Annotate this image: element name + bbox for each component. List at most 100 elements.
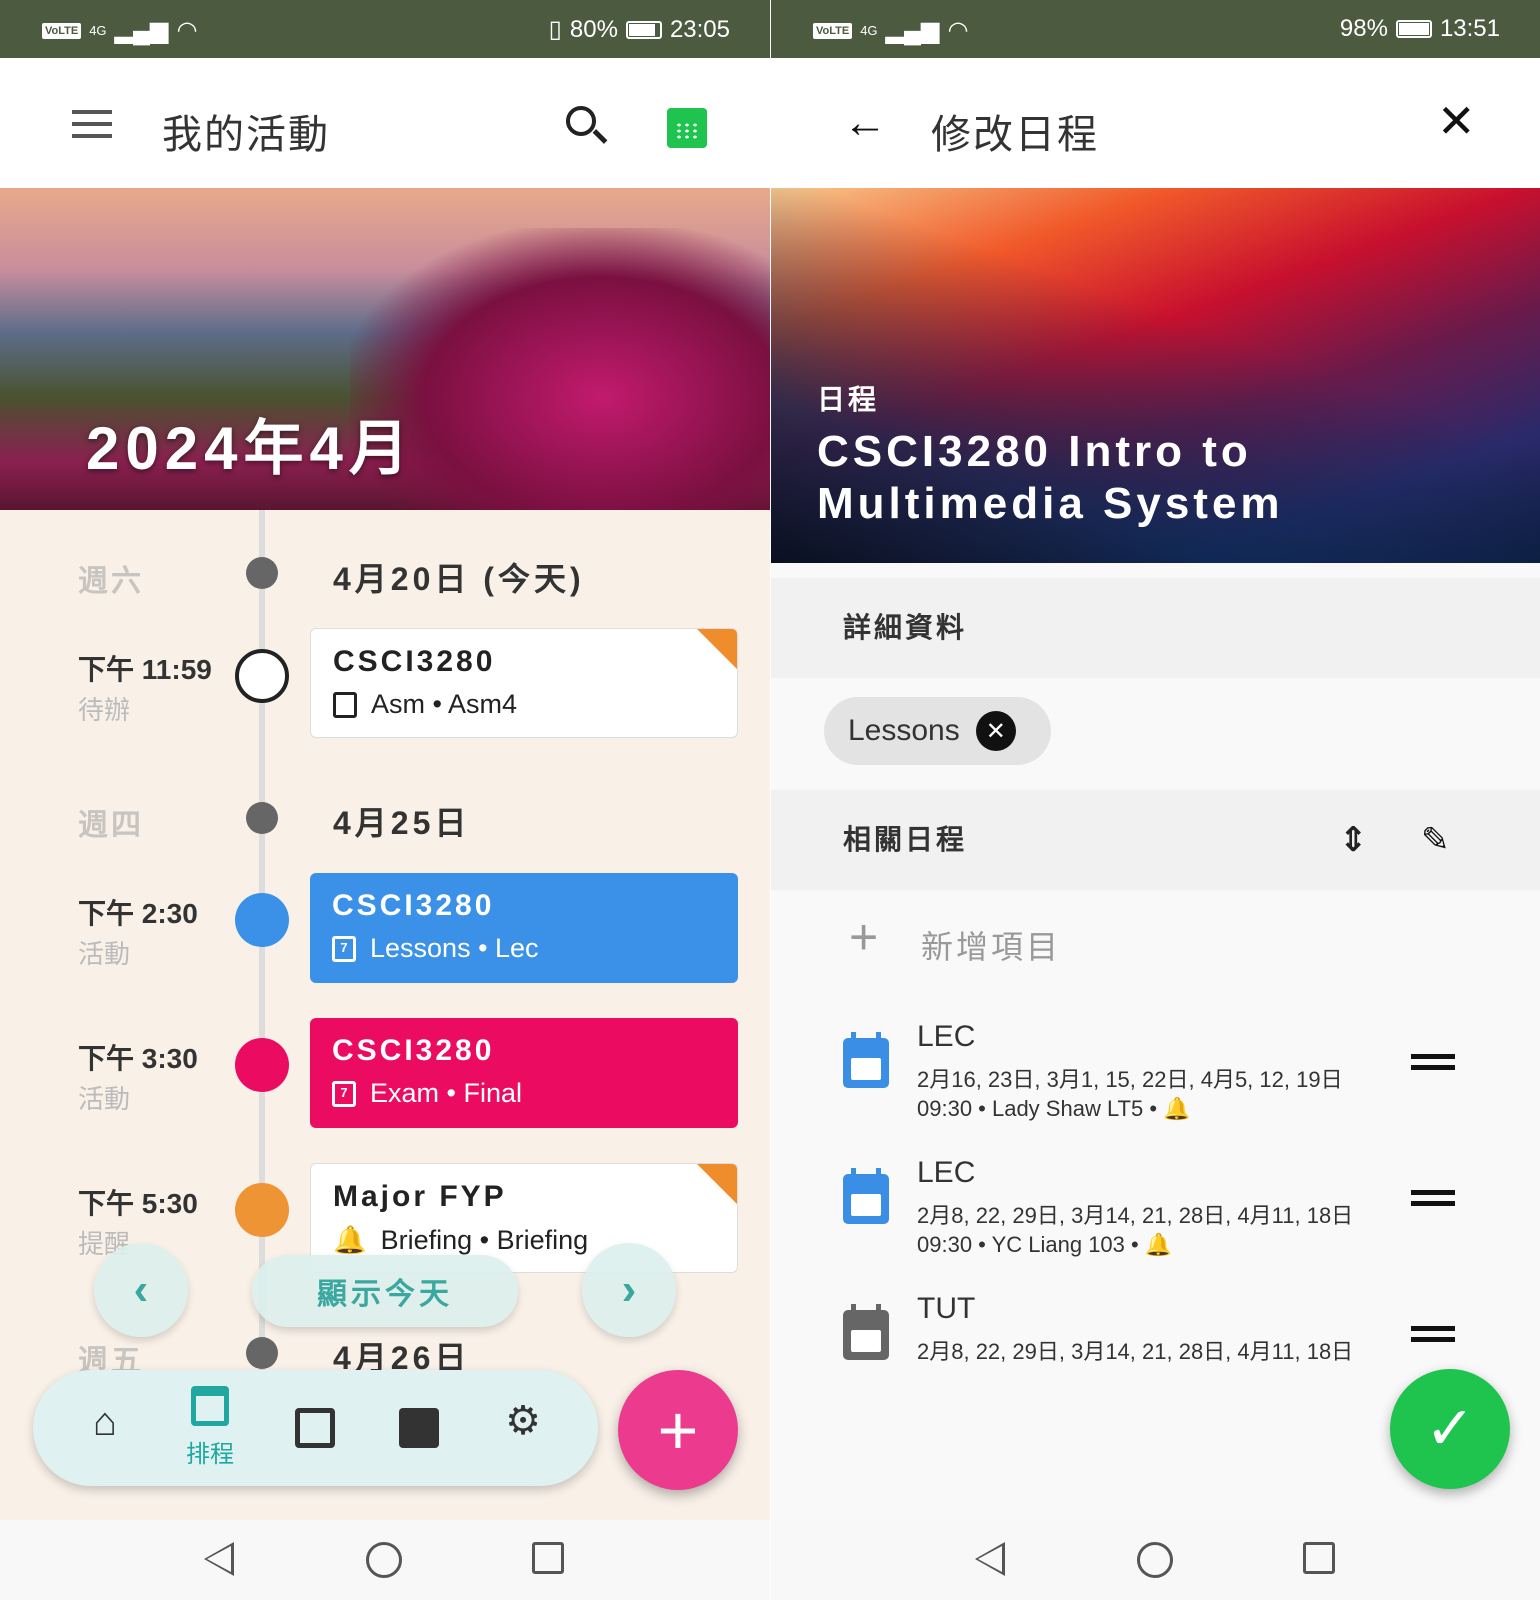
- status-bar: VoLTE 4G ▂▄▆ ◠ ▯ 80% 23:05: [0, 0, 770, 58]
- network-label: 4G: [860, 23, 878, 38]
- calendar-clock-icon: [295, 1408, 335, 1448]
- menu-icon[interactable]: [72, 110, 112, 138]
- add-item-button[interactable]: 新增項目: [921, 922, 1061, 968]
- previous-button[interactable]: ‹: [94, 1243, 188, 1337]
- plus-icon: +: [657, 1391, 699, 1469]
- event-card[interactable]: CSCI3280 Asm • Asm4: [310, 628, 738, 738]
- battery-charging-icon: [1395, 20, 1432, 38]
- schedule-item[interactable]: LEC 2月16, 23日, 3月1, 15, 22日, 4月5, 12, 19…: [843, 1020, 1483, 1140]
- event-title: CSCI3280: [332, 889, 495, 922]
- edit-schedule-screen: VoLTE 4G ▂▄▆ ◠ 98% 13:51 ← 修改日程 ✕ 日程 CSCI328…: [771, 0, 1540, 1600]
- drag-handle[interactable]: [1411, 1190, 1455, 1206]
- lessons-chip[interactable]: Lessons ✕: [824, 697, 1051, 765]
- details-section-header: 詳細資料: [771, 578, 1540, 678]
- chip-remove-icon[interactable]: ✕: [975, 711, 1016, 751]
- date-label: 4月25日: [333, 805, 471, 841]
- item-name: TUT: [917, 1292, 976, 1325]
- signal-icon: ▂▄▆: [114, 17, 169, 44]
- item-info: 09:30 • Lady Shaw LT5 • 🔔: [917, 1096, 1191, 1122]
- nav-schedule[interactable]: 排程: [170, 1386, 250, 1469]
- clock: 13:51: [1439, 15, 1500, 42]
- todo-dot: [235, 649, 289, 703]
- bottom-navigation: ⌂ 排程 ⚙: [33, 1370, 598, 1486]
- edit-pencil-icon[interactable]: ✎: [1421, 790, 1453, 890]
- drag-handle[interactable]: [1411, 1326, 1455, 1342]
- event-time: 下午 11:59: [78, 654, 212, 685]
- hero-kind: 日程: [817, 384, 880, 415]
- add-event-button[interactable]: +: [618, 1370, 738, 1490]
- hero-image: 2024年4月: [0, 188, 770, 510]
- chip-label: Lessons: [848, 714, 960, 747]
- show-today-label: 顯示今天: [317, 1278, 453, 1311]
- nav-schedule-label: 排程: [186, 1441, 234, 1468]
- recents-nav-button[interactable]: [1303, 1542, 1335, 1574]
- back-arrow-icon[interactable]: ←: [843, 98, 887, 148]
- corner-marker: [697, 629, 737, 669]
- date-label: 4月20日 (今天): [333, 561, 585, 597]
- back-nav-button[interactable]: [204, 1542, 240, 1578]
- calendar-icon: 7: [332, 1080, 356, 1107]
- home-nav-button[interactable]: [1137, 1542, 1173, 1578]
- volte-icon: VoLTE: [813, 22, 853, 39]
- item-name: LEC: [917, 1156, 976, 1189]
- event-dot: [235, 1038, 289, 1092]
- nav-home[interactable]: ⌂: [65, 1400, 145, 1445]
- day-dot: [246, 1337, 278, 1369]
- nav-notes[interactable]: [379, 1408, 459, 1448]
- event-detail: Asm • Asm4: [371, 689, 517, 719]
- item-dates: 2月16, 23日, 3月1, 15, 22日, 4月5, 12, 19日: [917, 1067, 1343, 1092]
- chevron-left-icon: ‹: [133, 1265, 149, 1314]
- item-info: 09:30 • YC Liang 103 • 🔔: [917, 1232, 1172, 1258]
- day-dot: [246, 802, 278, 834]
- hero-title-line: CSCI3280 Intro to: [817, 427, 1252, 476]
- battery-percent: 98%: [1339, 15, 1388, 42]
- day-dot: [246, 557, 278, 589]
- calendar-icon: 7: [332, 935, 356, 962]
- weekday-label: 週四: [78, 809, 144, 842]
- sort-icon[interactable]: ⇕: [1339, 790, 1371, 890]
- back-nav-button[interactable]: [975, 1542, 1011, 1578]
- activities-screen: VoLTE 4G ▂▄▆ ◠ ▯ 80% 23:05 我的活動 2024年4月 週六 4月…: [0, 0, 770, 1600]
- event-dot: [235, 893, 289, 947]
- page-title: 修改日程: [931, 113, 1099, 157]
- event-detail: Briefing • Briefing: [380, 1224, 589, 1255]
- system-nav-bar: [0, 1520, 770, 1600]
- drag-handle[interactable]: [1411, 1054, 1455, 1070]
- nav-timetable[interactable]: [275, 1408, 355, 1448]
- schedule-item[interactable]: LEC 2月8, 22, 29日, 3月14, 21, 28日, 4月11, 1…: [843, 1156, 1483, 1276]
- reminder-dot: [235, 1183, 289, 1237]
- home-icon: ⌂: [92, 1400, 118, 1444]
- item-dates: 2月8, 22, 29日, 3月14, 21, 28日, 4月11, 18日: [917, 1339, 1354, 1364]
- app-bar: ← 修改日程 ✕: [771, 58, 1540, 188]
- schedule-item[interactable]: TUT 2月8, 22, 29日, 3月14, 21, 28日, 4月11, 1…: [843, 1292, 1483, 1372]
- related-header-label: 相關日程: [843, 824, 968, 855]
- clock: 23:05: [669, 15, 730, 43]
- battery-icon: [625, 20, 662, 39]
- show-today-button[interactable]: 顯示今天: [252, 1255, 518, 1327]
- event-title: CSCI3280: [333, 645, 496, 678]
- chevron-right-icon: ›: [621, 1265, 637, 1314]
- calendar-icon: [843, 1304, 889, 1360]
- next-button[interactable]: ›: [582, 1243, 676, 1337]
- wifi-icon: ◠: [947, 17, 969, 44]
- calendar-icon: [843, 1168, 889, 1224]
- calendar-icon[interactable]: [667, 108, 707, 148]
- event-card[interactable]: CSCI3280 7 Exam • Final: [310, 1018, 738, 1128]
- save-button[interactable]: ✓: [1390, 1369, 1510, 1489]
- signal-icon: ▂▄▆: [885, 17, 940, 44]
- search-icon[interactable]: [566, 106, 608, 144]
- bell-icon: 🔔: [1163, 1096, 1191, 1121]
- check-icon: ✓: [1424, 1395, 1476, 1462]
- home-nav-button[interactable]: [366, 1542, 402, 1578]
- status-bar: VoLTE 4G ▂▄▆ ◠ 98% 13:51: [771, 0, 1540, 58]
- close-icon[interactable]: ✕: [1437, 94, 1476, 148]
- nav-settings[interactable]: ⚙: [483, 1398, 563, 1444]
- event-card[interactable]: CSCI3280 7 Lessons • Lec: [310, 873, 738, 983]
- event-detail: Exam • Final: [370, 1078, 522, 1108]
- recents-nav-button[interactable]: [532, 1542, 564, 1574]
- calendar-icon: [843, 1032, 889, 1088]
- event-time: 下午 3:30: [78, 1043, 198, 1074]
- clipboard-icon: [333, 691, 357, 718]
- network-label: 4G: [89, 23, 107, 38]
- volte-icon: VoLTE: [42, 22, 82, 39]
